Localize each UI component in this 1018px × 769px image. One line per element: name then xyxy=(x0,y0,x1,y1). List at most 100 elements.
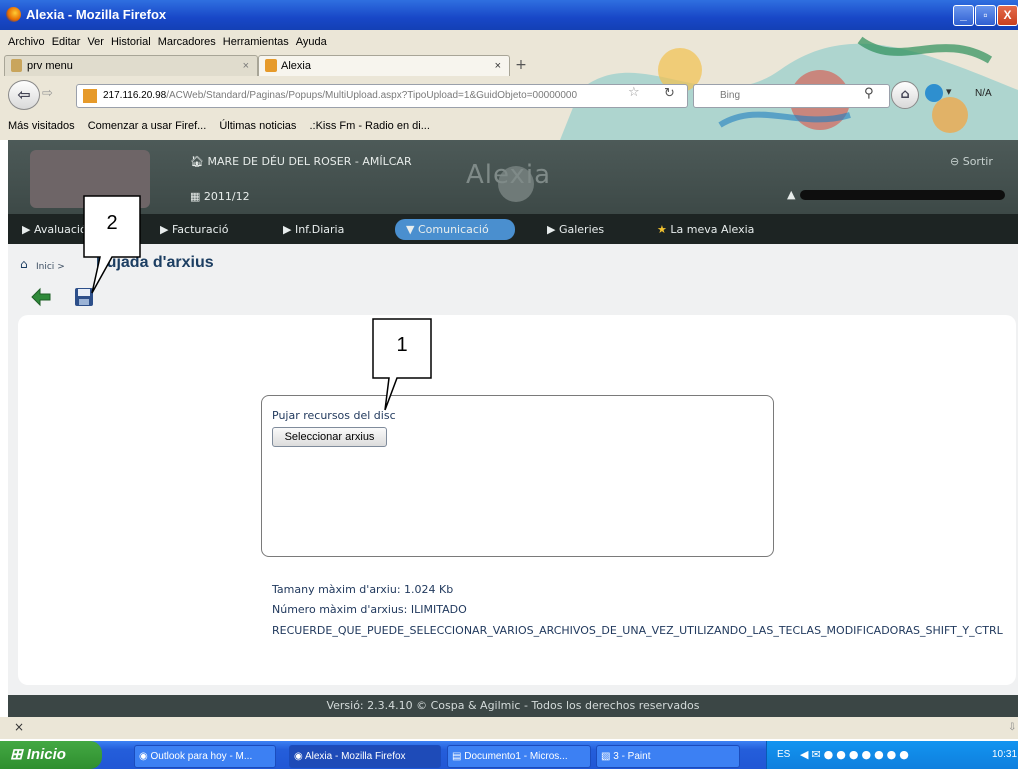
search-engine-label: Bing xyxy=(720,90,741,101)
user-icon: ▲ xyxy=(787,188,796,201)
search-input[interactable]: Bing xyxy=(693,84,890,108)
home-icon: 🏠︎ xyxy=(190,155,208,168)
triangle-right-icon: ▶ xyxy=(283,223,295,236)
nav-galeries[interactable]: ▶ Galeries xyxy=(547,223,604,236)
search-icon[interactable]: ⚲ xyxy=(864,86,874,101)
nav-facturacio[interactable]: ▶ Facturació xyxy=(160,223,228,236)
menu-historial[interactable]: Historial xyxy=(111,36,151,48)
breadcrumb-home-link[interactable]: Inici xyxy=(36,262,54,272)
page-icon xyxy=(11,59,22,72)
upload-hint: RECUERDE_QUE_PUEDE_SELECCIONAR_VARIOS_AR… xyxy=(272,624,1003,637)
academic-year-text: 2011/12 xyxy=(203,190,250,203)
menu-editar[interactable]: Editar xyxy=(52,36,81,48)
nav-avaluacio[interactable]: ▶ Avaluació xyxy=(22,223,87,236)
word-icon: ▤ xyxy=(452,751,465,762)
tray-icons[interactable]: ◀✉●●●●●●● xyxy=(800,748,912,761)
task-outlook[interactable]: ◉ Outlook para hoy - M... xyxy=(134,745,276,768)
addon-dropdown-icon[interactable]: ▾ xyxy=(946,85,952,98)
menu-ayuda[interactable]: Ayuda xyxy=(296,36,327,48)
bookmark-ultimas-noticias[interactable]: Últimas noticias xyxy=(219,120,296,132)
addon-icon[interactable] xyxy=(925,84,943,102)
site-identity-icon xyxy=(83,89,97,103)
tab-close-icon[interactable]: × xyxy=(243,56,249,76)
tab-label: prv menu xyxy=(27,60,73,72)
bookmark-kiss-fm[interactable]: .:Kiss Fm - Radio en di... xyxy=(309,120,429,132)
nav-label: Comunicació xyxy=(417,223,489,236)
nav-inf-diaria[interactable]: ▶ Inf.Diaria xyxy=(283,223,344,236)
username-redacted xyxy=(800,190,1005,200)
firefox-icon: ◉ xyxy=(294,751,305,762)
task-label: 3 - Paint xyxy=(613,751,651,762)
task-word[interactable]: ▤ Documento1 - Micros... xyxy=(447,745,591,768)
minimize-button[interactable]: _ xyxy=(953,5,974,26)
menu-ver[interactable]: Ver xyxy=(87,36,104,48)
windows-logo-icon: ⊞ xyxy=(10,746,27,763)
logout-link[interactable]: ⊖ Sortir xyxy=(950,155,993,168)
menu-archivo[interactable]: Archivo xyxy=(8,36,45,48)
nav-label: Facturació xyxy=(171,223,229,236)
language-indicator[interactable]: ES xyxy=(777,749,790,760)
max-file-size: Tamany màxim d'arxiu: 1.024 Kb xyxy=(272,583,454,596)
url-host: 217.116.20.98 xyxy=(103,90,167,101)
maximize-button[interactable]: ▫ xyxy=(975,5,996,26)
callout-2-label: 2 xyxy=(106,212,118,234)
task-firefox[interactable]: ◉ Alexia - Mozilla Firefox xyxy=(289,745,441,768)
url-bar[interactable]: 217.116.20.98/ACWeb/Standard/Paginas/Pop… xyxy=(76,84,688,108)
clock[interactable]: 10:31 xyxy=(992,749,1017,760)
window-title-bar[interactable]: Alexia - Mozilla Firefox _ ▫ X xyxy=(0,0,1018,30)
callout-1-label: 1 xyxy=(396,334,408,356)
forward-button[interactable]: ⇨ xyxy=(42,86,53,101)
nav-label: Avaluació xyxy=(33,223,87,236)
find-bar-close-icon[interactable]: × xyxy=(14,720,24,734)
star-icon: ★ xyxy=(657,223,671,236)
nav-label: Galeries xyxy=(558,223,605,236)
task-paint[interactable]: ▧ 3 - Paint xyxy=(596,745,740,768)
bookmark-comenzar[interactable]: Comenzar a usar Firef... xyxy=(88,120,207,132)
brand-logo: Alexia xyxy=(466,160,552,190)
scroll-down-icon[interactable]: ⇩ xyxy=(1008,722,1016,733)
start-button[interactable]: ⊞ Inicio xyxy=(0,741,102,769)
menu-marcadores[interactable]: Marcadores xyxy=(158,36,216,48)
academic-year[interactable]: ▦ 2011/12 xyxy=(190,190,250,203)
back-arrow-icon[interactable] xyxy=(30,287,52,307)
find-bar xyxy=(0,717,1018,739)
tab-prv-menu[interactable]: prv menu × xyxy=(4,55,258,76)
close-button[interactable]: X xyxy=(997,5,1018,26)
firefox-icon xyxy=(6,7,21,22)
nav-label: Inf.Diaria xyxy=(294,223,345,236)
triangle-right-icon: ▶ xyxy=(547,223,559,236)
triangle-right-icon: ▶ xyxy=(22,223,34,236)
reload-icon[interactable]: ↻ xyxy=(664,86,675,101)
new-tab-button[interactable]: + xyxy=(510,56,532,74)
nav-la-meva-alexia[interactable]: ★ La meva Alexia xyxy=(657,223,754,236)
max-file-count: Número màxim d'arxius: ILIMITADO xyxy=(272,603,467,616)
menu-herramientas[interactable]: Herramientas xyxy=(223,36,289,48)
na-indicator: N/A xyxy=(975,88,992,99)
school-name[interactable]: 🏠︎ MARE DE DÉU DEL ROSER - AMÍLCAR xyxy=(190,155,412,168)
calendar-icon: ▦ xyxy=(190,190,204,203)
triangle-right-icon: ▶ xyxy=(160,223,172,236)
back-button[interactable]: ⇦ xyxy=(8,80,40,110)
bookmark-mas-visitados[interactable]: Más visitados xyxy=(8,120,75,132)
school-name-text: MARE DE DÉU DEL ROSER - AMÍLCAR xyxy=(207,155,412,168)
bookmarks-toolbar: Más visitados Comenzar a usar Firef... Ú… xyxy=(8,120,440,132)
task-label: Outlook para hoy - M... xyxy=(150,751,253,762)
menu-bar: Archivo Editar Ver Historial Marcadores Herra… xyxy=(8,36,334,48)
select-files-button[interactable]: Seleccionar arxius xyxy=(272,427,387,447)
home-icon[interactable]: ⌂ xyxy=(891,81,919,109)
page-toolbar xyxy=(18,283,1018,313)
outlook-icon: ◉ xyxy=(139,751,151,762)
start-label: Inicio xyxy=(26,746,66,763)
nav-comunicacio[interactable]: ▼ Comunicació xyxy=(406,223,489,236)
bookmark-star-icon[interactable]: ☆ xyxy=(628,85,640,100)
breadcrumb-separator: > xyxy=(57,262,65,272)
breadcrumb: Inici > xyxy=(36,262,65,272)
callout-2-pointer xyxy=(83,195,141,294)
url-path: /ACWeb/Standard/Paginas/Popups/MultiUplo… xyxy=(166,90,578,101)
home-icon[interactable]: ⌂ xyxy=(20,257,28,271)
tab-alexia[interactable]: Alexia × xyxy=(258,55,510,76)
tab-close-icon[interactable]: × xyxy=(495,56,501,76)
window-title: Alexia - Mozilla Firefox xyxy=(26,7,167,22)
triangle-down-icon: ▼ xyxy=(406,223,418,236)
alexia-favicon-icon xyxy=(265,59,277,72)
